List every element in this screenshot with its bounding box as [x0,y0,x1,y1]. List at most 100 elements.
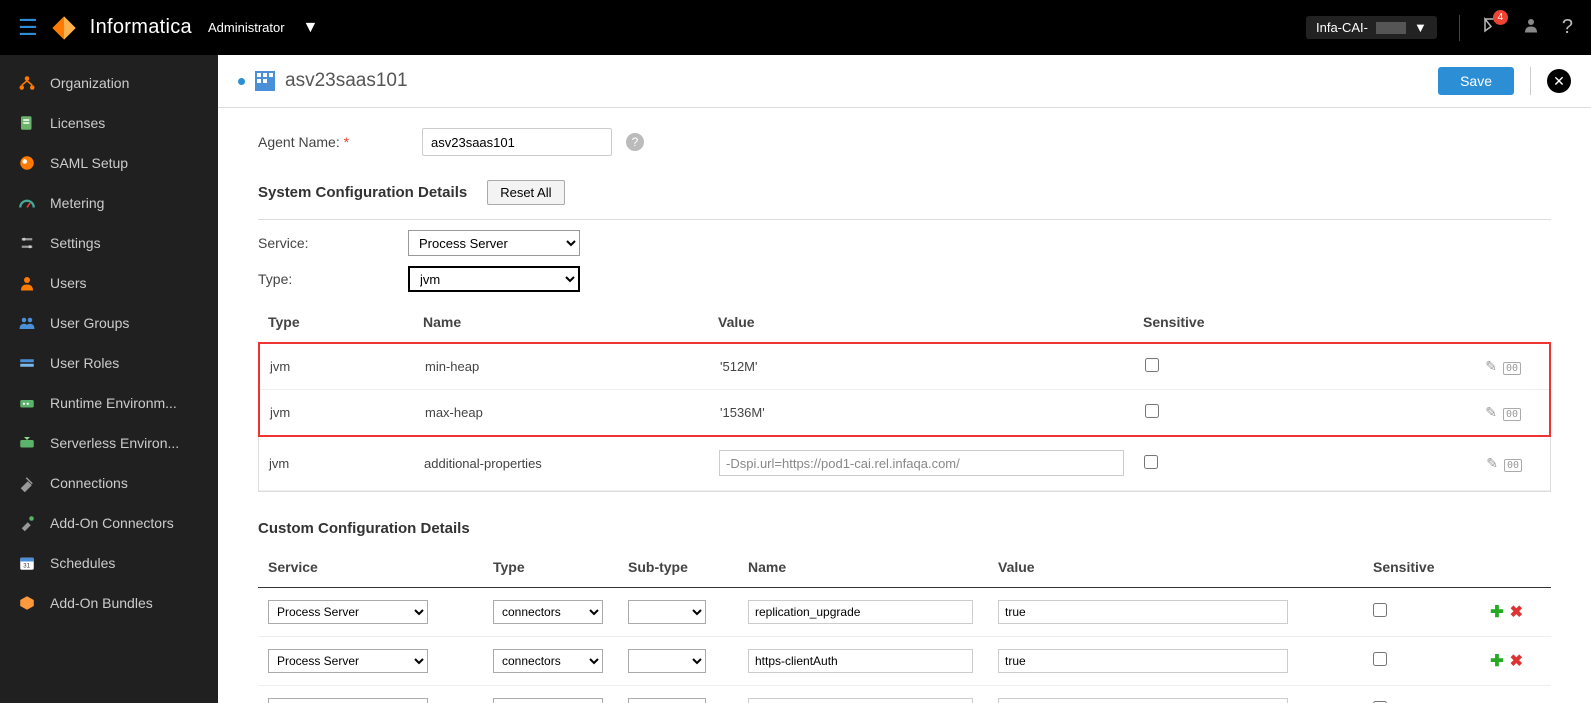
sidebar-item-licenses[interactable]: Licenses [0,103,218,143]
sidebar-item-serverless-env[interactable]: Serverless Environ... [0,423,218,463]
custom-col-subtype: Sub-type [628,559,748,575]
sidebar-item-metering[interactable]: Metering [0,183,218,223]
user-icon[interactable] [1522,16,1540,39]
help-icon[interactable]: ? [1562,16,1573,39]
add-row-icon[interactable]: ✚ [1490,653,1503,670]
sidebar-item-label: SAML Setup [50,155,128,171]
close-button[interactable]: ✕ [1547,69,1571,93]
sidebar-item-connections[interactable]: Connections [0,463,218,503]
type-select[interactable]: jvm [408,266,580,292]
sensitive-checkbox[interactable] [1144,455,1158,469]
custom-subtype-select[interactable] [628,600,706,624]
user-icon [18,274,36,292]
org-icon [18,74,36,92]
sidebar-item-runtime-env[interactable]: Runtime Environm... [0,383,218,423]
custom-col-value: Value [998,559,1373,575]
custom-type-select[interactable]: connectors [493,600,603,624]
reset-icon[interactable]: 00 [1503,408,1521,421]
reset-all-button[interactable]: Reset All [487,180,564,205]
sensitive-checkbox[interactable] [1145,404,1159,418]
sys-config-title: System Configuration Details [258,184,467,201]
meter-icon [18,194,36,212]
custom-value-input[interactable] [998,649,1288,673]
menu-icon[interactable]: ☰ [18,15,38,41]
sidebar-item-user-roles[interactable]: User Roles [0,343,218,383]
agent-name-label: Agent Name: * [258,134,408,150]
custom-col-type: Type [493,559,628,575]
sidebar-item-label: Licenses [50,115,105,131]
sidebar-item-label: Users [50,275,87,291]
license-icon [18,114,36,132]
sys-col-type: Type [268,314,423,330]
edit-icon[interactable]: ✎ [1486,455,1498,471]
brand-logo [50,14,78,42]
saml-icon [18,154,36,172]
sidebar-item-label: Schedules [50,555,115,571]
sys-row: jvm max-heap '1536M' ✎00 [260,390,1549,435]
sidebar-item-saml[interactable]: SAML Setup [0,143,218,183]
sidebar-item-label: Connections [50,475,128,491]
save-button[interactable]: Save [1438,67,1514,95]
help-icon[interactable]: ? [626,133,644,151]
sidebar-item-label: Organization [50,75,129,91]
sidebar-item-schedules[interactable]: 31 Schedules [0,543,218,583]
svg-text:31: 31 [23,564,30,570]
sidebar-item-label: Metering [50,195,104,211]
additional-props-input[interactable] [719,450,1124,476]
roles-icon [18,354,36,372]
top-bar: ☰ Informatica Administrator ▼ Infa-CAI- … [0,0,1591,55]
sensitive-checkbox[interactable] [1373,652,1387,666]
sidebar-item-addon-bundles[interactable]: Add-On Bundles [0,583,218,623]
sidebar-item-organization[interactable]: Organization [0,63,218,103]
sensitive-checkbox[interactable] [1145,358,1159,372]
custom-type-select[interactable]: connectors [493,649,603,673]
custom-value-input[interactable] [998,600,1288,624]
sidebar-item-addon-connectors[interactable]: Add-On Connectors [0,503,218,543]
chevron-down-icon: ▼ [1414,20,1427,35]
edit-icon[interactable]: ✎ [1485,358,1497,374]
custom-col-service: Service [268,559,493,575]
custom-service-select[interactable]: Process Server [268,600,428,624]
custom-subtype-select[interactable] [628,649,706,673]
sidebar-item-label: Add-On Bundles [50,595,153,611]
custom-row: Process Serverserver✚✖ [258,686,1551,703]
sys-row: jvm additional-properties ✎00 [259,436,1550,491]
sys-row: jvm min-heap '512M' ✎00 [260,344,1549,390]
custom-name-input[interactable] [748,649,973,673]
runtime-icon [18,394,36,412]
custom-name-input[interactable] [748,600,973,624]
sidebar-item-label: Runtime Environm... [50,395,177,411]
custom-service-select[interactable]: Process Server [268,698,428,703]
agent-name-input[interactable] [422,128,612,156]
reset-icon[interactable]: 00 [1504,459,1522,472]
edit-icon[interactable]: ✎ [1485,404,1497,420]
service-select[interactable]: Process Server [408,230,580,256]
custom-config-title: Custom Configuration Details [258,520,1551,537]
custom-row: Process Server connectors ✚ ✖ [258,637,1551,686]
sidebar-item-user-groups[interactable]: User Groups [0,303,218,343]
reset-icon[interactable]: 00 [1503,362,1521,375]
sys-col-name: Name [423,314,718,330]
custom-subtype-select[interactable] [628,698,706,703]
notifications-icon[interactable]: 4 [1482,16,1500,39]
sidebar-item-label: Add-On Connectors [50,515,174,531]
delete-row-icon[interactable]: ✖ [1510,653,1523,670]
sidebar: Organization Licenses SAML Setup Meterin… [0,55,218,703]
custom-col-sensitive: Sensitive [1373,559,1473,575]
sidebar-item-users[interactable]: Users [0,263,218,303]
sidebar-item-label: User Roles [50,355,119,371]
custom-name-input[interactable] [748,698,973,703]
add-row-icon[interactable]: ✚ [1490,604,1503,621]
custom-service-select[interactable]: Process Server [268,649,428,673]
bundle-icon [18,594,36,612]
app-name: Administrator [208,20,285,35]
sidebar-item-settings[interactable]: Settings [0,223,218,263]
custom-type-select[interactable]: server [493,698,603,703]
connection-icon [18,474,36,492]
chevron-down-icon[interactable]: ▼ [303,19,319,37]
delete-row-icon[interactable]: ✖ [1510,604,1523,621]
custom-value-input[interactable] [998,698,1288,703]
sensitive-checkbox[interactable] [1373,603,1387,617]
sys-col-value: Value [718,314,1143,330]
org-selector[interactable]: Infa-CAI- ▼ [1306,16,1437,39]
